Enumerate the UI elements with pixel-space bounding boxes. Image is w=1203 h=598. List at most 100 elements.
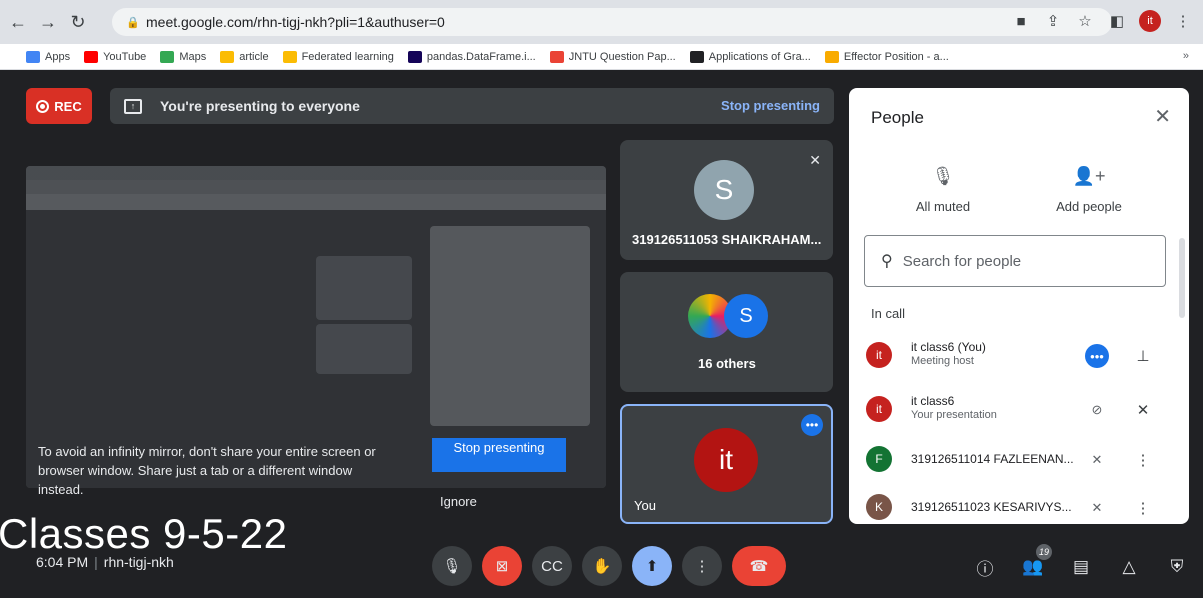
add-people-button[interactable]: 👤+ Add people xyxy=(1029,166,1149,214)
article-icon xyxy=(220,50,235,63)
others-tile[interactable]: S 16 others xyxy=(620,272,833,392)
url-text: meet.google.com/rhn-tigj-nkh?pli=1&authu… xyxy=(146,14,445,30)
pin-icon[interactable]: ⊥ xyxy=(1131,344,1155,368)
participant-name: it class6 (You) xyxy=(911,340,986,354)
search-icon: ⚲ xyxy=(881,253,893,270)
participant-row[interactable]: it it class6 (You) Meeting host ••• ⊥ xyxy=(849,334,1169,382)
volume-off-icon: ⊘ xyxy=(1091,402,1103,417)
profile-avatar[interactable]: it xyxy=(1139,10,1161,32)
time: 6:04 PM xyxy=(36,554,89,570)
mic-off-icon: ✕ xyxy=(809,152,821,168)
more-vert-icon[interactable]: ⋮ xyxy=(1131,448,1155,472)
bookmark-maps[interactable]: Maps xyxy=(160,50,206,63)
maps-icon xyxy=(160,50,175,63)
apps-icon xyxy=(26,50,40,63)
bookmark-effector[interactable]: Effector Position - a... xyxy=(824,50,949,63)
present-icon: ↑ xyxy=(124,98,142,114)
ignore-button[interactable]: Ignore xyxy=(440,494,477,509)
participant-row[interactable]: it it class6 Your presentation ⊘ ✕ xyxy=(849,388,1169,436)
activities-icon[interactable]: △ xyxy=(1116,554,1142,580)
all-muted-button[interactable]: 🎙 All muted xyxy=(883,166,1003,214)
participant-count-badge: 19 xyxy=(1036,544,1052,560)
meeting-details: 6:04 PM | rhn-tigj-nkh xyxy=(36,554,174,570)
infinity-mirror-warning: To avoid an infinity mirror, don't share… xyxy=(38,444,376,497)
avatar: it xyxy=(694,428,758,492)
more-bookmarks-icon[interactable]: » xyxy=(1183,50,1189,62)
divider: | xyxy=(94,554,98,570)
bookmark-jntu[interactable]: JNTU Question Pap... xyxy=(549,50,676,63)
info-icon[interactable]: ⓘ xyxy=(972,554,998,580)
avatar: it xyxy=(866,396,892,422)
mic-off-icon: 🎙 xyxy=(931,166,955,186)
participant-row[interactable]: F 319126511014 FAZLEENAN... ✕ ⋮ xyxy=(849,438,1169,486)
self-tile[interactable]: ••• it You xyxy=(620,404,833,524)
address-bar[interactable]: 🔒 meet.google.com/rhn-tigj-nkh?pli=1&aut… xyxy=(112,8,1112,36)
bookmark-federated[interactable]: Federated learning xyxy=(282,50,394,63)
more-vert-icon[interactable]: ⋮ xyxy=(1131,496,1155,520)
bookmark-youtube[interactable]: YouTube xyxy=(84,50,146,63)
mirror-tile xyxy=(316,324,412,374)
raise-hand-icon[interactable]: ✋ xyxy=(582,546,622,586)
avatar: S xyxy=(694,160,754,220)
avatar: K xyxy=(866,494,892,520)
unpin-icon[interactable]: ✕ xyxy=(1131,398,1155,422)
star-icon[interactable]: ☆ xyxy=(1075,11,1095,31)
folder-icon xyxy=(282,50,297,63)
lock-icon: 🔒 xyxy=(126,17,140,29)
others-count: 16 others xyxy=(698,356,756,371)
effector-icon xyxy=(824,50,839,63)
self-label: You xyxy=(634,498,656,513)
add-person-icon: 👤+ xyxy=(1072,166,1106,186)
scrollbar[interactable] xyxy=(1179,238,1185,318)
reload-icon[interactable]: ↻ xyxy=(66,10,90,34)
participant-row[interactable]: K 319126511023 KESARIVYS... ✕ ⋮ xyxy=(849,486,1169,524)
avatar: S xyxy=(724,294,768,338)
participant-tile[interactable]: ✕ S 319126511053 SHAIKRAHAM... xyxy=(620,140,833,260)
meeting-code: rhn-tigj-nkh xyxy=(103,554,174,570)
camera-icon[interactable]: ■ xyxy=(1011,11,1031,31)
more-vert-icon[interactable]: ⋮ xyxy=(682,546,722,586)
participant-role: Meeting host xyxy=(911,355,974,367)
bookmark-applications[interactable]: Applications of Gra... xyxy=(689,50,811,63)
participant-role: Your presentation xyxy=(911,409,997,421)
bookmark-apps[interactable]: Apps xyxy=(26,50,70,63)
chat-icon[interactable]: ▤ xyxy=(1068,554,1094,580)
bookmark-pandas[interactable]: pandas.DataFrame.i... xyxy=(407,50,536,63)
participant-name: 319126511023 KESARIVYS... xyxy=(911,500,1072,514)
avatar: F xyxy=(866,446,892,472)
video-caption: Classes 9-5-22 xyxy=(0,510,288,557)
back-icon[interactable]: ← xyxy=(6,10,30,34)
host-controls-icon[interactable]: ⛨ xyxy=(1164,554,1190,580)
camera-off-icon[interactable]: ⊠ xyxy=(482,546,522,586)
jntu-icon xyxy=(549,50,564,63)
people-icon[interactable]: 👥 19 xyxy=(1020,544,1052,580)
participant-name: 319126511014 FAZLEENAN... xyxy=(911,452,1074,466)
bookmarks-bar: Apps YouTube Maps article Federated lear… xyxy=(0,44,1203,70)
search-input[interactable]: ⚲ Search for people xyxy=(864,235,1166,287)
call-controls: 🎙 ⊠ CC ✋ ⬆ ⋮ ☎ xyxy=(432,546,786,586)
more-options-icon[interactable]: ••• xyxy=(801,414,823,436)
presenting-banner: ↑ You're presenting to everyone Stop pre… xyxy=(110,88,834,124)
more-options-icon[interactable]: ••• xyxy=(1085,344,1109,368)
captions-icon[interactable]: CC xyxy=(532,546,572,586)
stop-presenting-button[interactable]: Stop presenting xyxy=(432,438,566,472)
side-controls: ⓘ 👥 19 ▤ △ ⛨ xyxy=(972,544,1190,580)
mic-icon[interactable]: 🎙 xyxy=(432,546,472,586)
close-icon[interactable]: ✕ xyxy=(1154,104,1171,129)
panel-title: People xyxy=(871,108,924,127)
hang-up-icon[interactable]: ☎ xyxy=(732,546,786,586)
mic-off-icon: ✕ xyxy=(1091,500,1103,515)
recording-badge: REC xyxy=(26,88,92,124)
menu-icon[interactable]: ⋮ xyxy=(1173,11,1193,31)
mirror-tile xyxy=(316,256,412,320)
mirror-panel xyxy=(430,226,590,426)
stop-presenting-link[interactable]: Stop presenting xyxy=(721,98,820,113)
present-icon[interactable]: ⬆ xyxy=(632,546,672,586)
bookmark-article[interactable]: article xyxy=(220,50,269,63)
share-icon[interactable]: ⇪ xyxy=(1043,11,1063,31)
forward-icon[interactable]: → xyxy=(36,10,60,34)
browser-actions: ■ ⇪ ☆ ◧ it ⋮ xyxy=(1011,10,1193,32)
sidepanel-icon[interactable]: ◧ xyxy=(1107,11,1127,31)
participant-name: it class6 xyxy=(911,394,955,408)
mic-off-icon: ✕ xyxy=(1091,452,1103,467)
